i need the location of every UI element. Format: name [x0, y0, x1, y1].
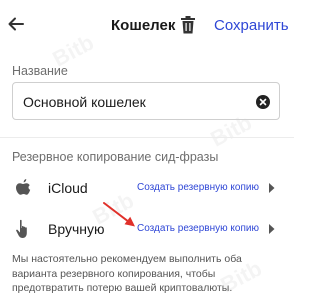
trash-icon[interactable] — [180, 16, 196, 34]
wallet-name-value[interactable]: Основной кошелек — [23, 94, 146, 110]
backup-section-title: Резервное копирование сид-фразы — [12, 150, 219, 164]
arrow-left-icon[interactable] — [6, 14, 26, 34]
backup-recommendation-text: Мы настоятельно рекомендуем выполнить об… — [12, 253, 242, 294]
save-button[interactable]: Сохранить — [214, 17, 289, 34]
page-title: Кошелек — [111, 17, 176, 34]
create-backup-link[interactable]: Создать резервную копию — [137, 223, 259, 234]
wallet-name-label: Название — [12, 64, 68, 78]
backup-row-manual[interactable]: Вручную Создать резервную копию — [0, 209, 294, 249]
chevron-right-icon — [269, 183, 275, 193]
clear-circle-x-icon[interactable] — [256, 95, 270, 109]
create-backup-link[interactable]: Создать резервную копию — [137, 182, 259, 193]
header: Кошелек Сохранить — [0, 0, 294, 52]
backup-row-icloud[interactable]: iCloud Создать резервную копию — [0, 168, 294, 208]
backup-row-label: Вручную — [48, 221, 105, 237]
red-arrow-icon — [103, 202, 135, 227]
chevron-right-icon — [269, 224, 275, 234]
backup-row-label: iCloud — [48, 180, 88, 196]
wallet-name-field[interactable]: Основной кошелек — [12, 82, 280, 120]
apple-icon — [16, 179, 31, 195]
section-divider — [0, 137, 294, 138]
hand-pointer-icon — [16, 219, 27, 238]
